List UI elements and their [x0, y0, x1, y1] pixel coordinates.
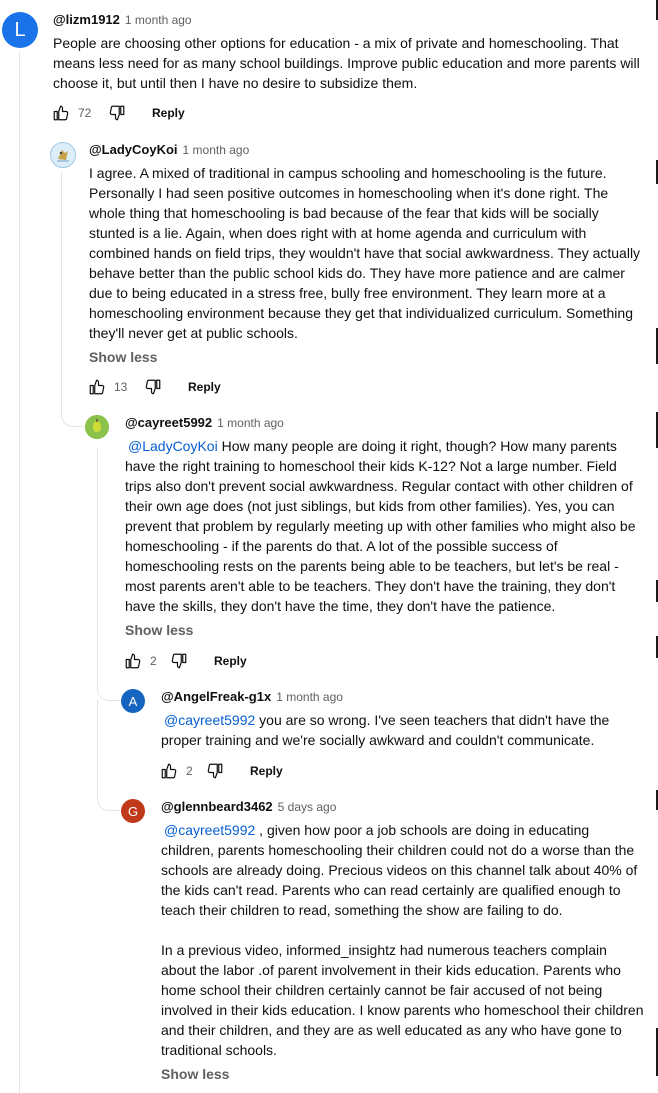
comment-actions: 72 Reply — [52, 101, 185, 125]
comment-actions: 13 Reply — [88, 375, 221, 399]
like-count: 72 — [78, 106, 92, 120]
author-handle[interactable]: @AngelFreak-g1x — [161, 689, 271, 704]
avatar[interactable] — [85, 415, 109, 439]
thumbs-down-icon — [171, 653, 187, 669]
thread-connector — [97, 700, 120, 811]
thumbs-up-icon — [53, 105, 69, 121]
thread-line-level-1 — [19, 52, 20, 1093]
thread-connector — [97, 448, 120, 701]
avatar[interactable]: G — [121, 799, 145, 823]
comment-text: People are choosing other options for ed… — [53, 35, 640, 91]
comment-body: @glennbeard3462 5 days ago @cayreet5992 … — [161, 799, 644, 1082]
avatar-letter: L — [14, 18, 26, 41]
avatar[interactable]: A — [121, 689, 145, 713]
timestamp[interactable]: 1 month ago — [183, 143, 250, 157]
thumbs-up-icon — [161, 763, 177, 779]
author-handle[interactable]: @LadyCoyKoi — [89, 142, 178, 157]
comment-text: @cayreet5992 , given how poor a job scho… — [161, 820, 644, 1060]
author-handle[interactable]: @lizm1912 — [53, 12, 120, 27]
reply-button[interactable]: Reply — [152, 106, 185, 120]
dislike-button[interactable] — [170, 652, 188, 670]
comment-text: @LadyCoyKoi How many people are doing it… — [125, 436, 644, 616]
mention-link[interactable]: @cayreet5992 — [164, 712, 255, 728]
avatar[interactable]: L — [2, 12, 38, 48]
avatar-letter: G — [127, 803, 139, 819]
show-less-button[interactable]: Show less — [161, 1066, 644, 1082]
comment-text-body: How many people are doing it right, thou… — [125, 438, 636, 614]
comment-text: @cayreet5992 you are so wrong. I've seen… — [161, 710, 644, 750]
timestamp[interactable]: 1 month ago — [276, 690, 343, 704]
timestamp[interactable]: 5 days ago — [278, 800, 337, 814]
like-count: 2 — [150, 654, 157, 668]
like-count: 2 — [186, 764, 193, 778]
comment-text-body: , given how poor a job schools are doing… — [161, 822, 644, 1058]
like-button[interactable]: 72 — [52, 104, 108, 122]
like-count: 13 — [114, 380, 128, 394]
thumbs-down-icon — [109, 105, 125, 121]
avatar[interactable] — [50, 142, 76, 168]
mention-link[interactable]: @cayreet5992 — [164, 822, 255, 838]
like-button[interactable]: 2 — [160, 762, 206, 780]
thumbs-down-icon — [207, 763, 223, 779]
author-handle[interactable]: @cayreet5992 — [125, 415, 212, 430]
comment-actions: 2 Reply — [160, 759, 283, 783]
avatar-letter: A — [128, 693, 138, 709]
thumbs-down-icon — [145, 379, 161, 395]
timestamp[interactable]: 1 month ago — [125, 13, 192, 27]
author-handle[interactable]: @glennbeard3462 — [161, 799, 273, 814]
comment-body: @lizm1912 1 month ago People are choosin… — [53, 12, 644, 93]
thumbs-up-icon — [89, 379, 105, 395]
like-button[interactable]: 2 — [124, 652, 170, 670]
reply-button[interactable]: Reply — [250, 764, 283, 778]
mention-link[interactable]: @LadyCoyKoi — [128, 438, 218, 454]
reply-button[interactable]: Reply — [214, 654, 247, 668]
comment-body: @LadyCoyKoi 1 month ago I agree. A mixed… — [89, 142, 644, 365]
show-less-button[interactable]: Show less — [89, 349, 644, 365]
comment-body: @cayreet5992 1 month ago @LadyCoyKoi How… — [125, 415, 644, 638]
comment-body: @AngelFreak-g1x 1 month ago @cayreet5992… — [161, 689, 644, 750]
dislike-button[interactable] — [108, 104, 126, 122]
thumbs-up-icon — [125, 653, 141, 669]
timestamp[interactable]: 1 month ago — [217, 416, 284, 430]
comment-actions: 2 Reply — [124, 649, 247, 673]
dislike-button[interactable] — [144, 378, 162, 396]
reply-button[interactable]: Reply — [188, 380, 221, 394]
like-button[interactable]: 13 — [88, 378, 144, 396]
avatar-image — [85, 415, 109, 439]
comment-text: I agree. A mixed of traditional in campu… — [89, 165, 641, 341]
avatar-image — [51, 143, 75, 167]
dislike-button[interactable] — [206, 762, 224, 780]
thread-connector — [61, 172, 84, 427]
show-less-button[interactable]: Show less — [125, 622, 644, 638]
